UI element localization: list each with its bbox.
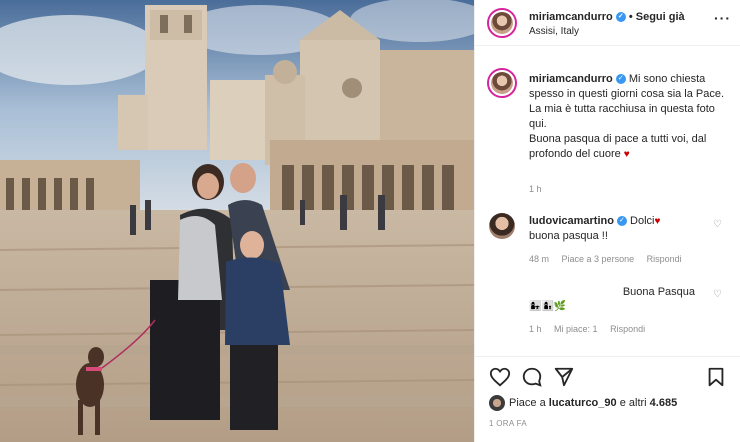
comments-section: miriamcandurro ✓ Mi sono chiesta spesso i… <box>475 56 740 356</box>
comment-likes[interactable]: Piace a 3 persone <box>562 254 635 264</box>
comment-like-icon[interactable]: ♡ <box>713 290 723 300</box>
bookmark-icon[interactable] <box>705 366 727 388</box>
comment-emojis: 👩‍👧👩‍👦🌿 <box>529 301 567 312</box>
post-header: miriamcandurro ✓ • Segui già Assisi, Ital… <box>475 0 740 46</box>
heart-emoji-icon: ♥ <box>623 149 630 160</box>
reply-button[interactable]: Rispondi <box>610 324 645 334</box>
comment-icon[interactable] <box>521 366 543 388</box>
location-link[interactable]: Assisi, Italy <box>529 26 579 37</box>
post-panel: miriamcandurro ✓ • Segui già Assisi, Ital… <box>474 0 740 442</box>
caption-avatar[interactable] <box>487 68 517 98</box>
post-photo[interactable] <box>0 0 474 442</box>
comment-meta: 1 h Mi piace: 1 Rispondi <box>529 324 655 334</box>
follow-button[interactable]: Segui già <box>636 11 685 23</box>
likes-count[interactable]: 4.685 <box>650 397 678 409</box>
comment: ludovicamartino ✓ Dolci♥ buona pasqua !! <box>529 214 704 244</box>
reply-button[interactable]: Rispondi <box>647 254 682 264</box>
liker-avatar[interactable] <box>489 395 505 411</box>
heart-emoji-icon: ♥ <box>654 216 661 227</box>
author-username[interactable]: miriamcandurro <box>529 11 613 23</box>
post-timestamp: 1 ORA FA <box>489 419 527 428</box>
comment-username[interactable]: ludovicamartino <box>529 215 614 227</box>
action-bar: Piace a lucaturco_90 e altri 4.685 1 ORA… <box>475 356 740 442</box>
comment: Buona Pasqua <box>565 285 695 300</box>
comment-text-line2: buona pasqua !! <box>529 230 608 242</box>
likes-rest: e altri <box>619 396 647 409</box>
verified-icon: ✓ <box>616 216 627 227</box>
comment-time: 48 m <box>529 254 550 264</box>
more-options-icon[interactable]: ··· <box>714 10 731 26</box>
share-icon[interactable] <box>553 366 575 388</box>
caption-body: Mi sono chiesta spesso in questi giorni … <box>529 73 725 160</box>
comment-time: 1 h <box>529 324 542 334</box>
caption: miriamcandurro ✓ Mi sono chiesta spesso i… <box>529 72 727 162</box>
author-line: miriamcandurro ✓ • Segui già <box>529 11 685 23</box>
comment-text: Dolci <box>630 215 655 227</box>
comment-likes[interactable]: Mi piace: 1 <box>554 324 598 334</box>
comment-like-icon[interactable]: ♡ <box>713 220 723 230</box>
verified-icon: ✓ <box>615 12 626 23</box>
comment-text: Buona Pasqua <box>622 286 695 298</box>
caption-time: 1 h <box>529 184 542 194</box>
verified-icon: ✓ <box>615 74 626 85</box>
photo-scene <box>0 0 474 442</box>
author-avatar[interactable] <box>487 8 517 38</box>
likes-summary: Piace a lucaturco_90 e altri 4.685 <box>489 395 677 411</box>
comment-meta: 48 m Piace a 3 persone Rispondi <box>529 254 692 264</box>
liker-username[interactable]: lucaturco_90 <box>549 397 617 409</box>
likes-text: Piace a <box>509 396 546 409</box>
heart-icon[interactable] <box>489 366 511 388</box>
header-separator: • <box>628 11 633 23</box>
caption-username[interactable]: miriamcandurro <box>529 73 613 85</box>
commenter-avatar[interactable] <box>489 213 515 239</box>
